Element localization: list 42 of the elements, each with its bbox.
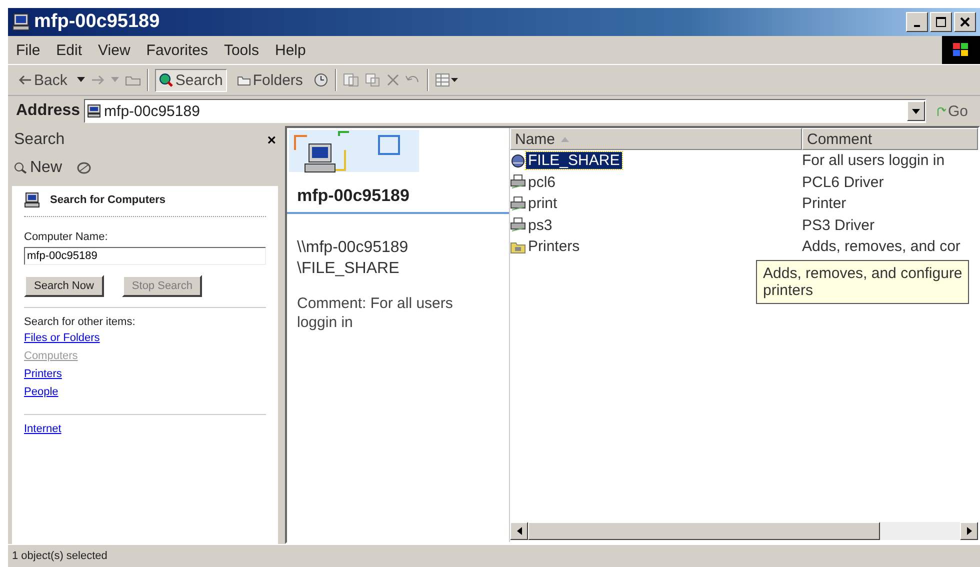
table-cell-text: Adds, removes, and cor xyxy=(801,238,962,256)
status-text: 1 object(s) selected xyxy=(12,550,108,562)
tooltip: Adds, removes, and configure printers xyxy=(756,260,970,304)
toolbar-button[interactable]: Folders xyxy=(232,68,307,92)
new-search-button[interactable]: New xyxy=(14,159,62,177)
table-cell-text: PCL6 Driver xyxy=(801,174,885,191)
menu-item[interactable]: View xyxy=(98,42,130,58)
search-now-button[interactable]: Search Now xyxy=(24,275,104,297)
table-cell-text: For all users loggin in xyxy=(801,152,946,170)
table-cell-text: Printer xyxy=(801,195,848,212)
file-name[interactable]: print xyxy=(526,195,560,212)
details-title: mfp-00c95189 xyxy=(297,186,410,206)
address-field[interactable]: mfp-00c95189 xyxy=(84,99,926,123)
search-link[interactable]: Files or Folders xyxy=(24,332,100,344)
share-comment: Comment: For all users loggin in xyxy=(297,294,454,333)
field-label: Computer Name: xyxy=(24,231,108,243)
file-name[interactable]: Printers xyxy=(526,238,582,256)
go-button[interactable]: Go xyxy=(930,102,976,120)
toolbar-button[interactable]: Search xyxy=(155,68,227,92)
menu-item[interactable]: Favorites xyxy=(146,42,208,58)
table-cell-text: PS3 Driver xyxy=(801,216,876,234)
file-name[interactable]: pcl6 xyxy=(526,174,558,191)
search-link[interactable]: Internet xyxy=(24,423,62,435)
menu-item[interactable]: Tools xyxy=(224,42,259,58)
menu-item[interactable]: Edit xyxy=(56,42,82,58)
toolbar-button[interactable]: Back xyxy=(14,68,72,92)
file-name[interactable]: FILE_SHARE xyxy=(526,152,622,170)
file-name[interactable]: ps3 xyxy=(526,216,554,234)
column-header[interactable]: Name xyxy=(510,128,802,150)
window-title: mfp-00c95189 xyxy=(34,11,160,33)
other-items-label: Search for other items: xyxy=(24,316,136,328)
share-path: \\mfp-00c95189 \FILE_SHARE xyxy=(297,238,410,279)
column-header[interactable]: Comment xyxy=(802,128,978,150)
search-link[interactable]: Printers xyxy=(24,368,62,380)
search-link[interactable]: People xyxy=(24,386,58,398)
menu-item[interactable]: File xyxy=(16,42,40,58)
section-heading: Search for Computers xyxy=(50,194,166,206)
close-pane-button[interactable]: × xyxy=(267,132,276,148)
menu-item[interactable]: Help xyxy=(275,42,306,58)
address-label: Address xyxy=(16,102,80,120)
computer-name-field[interactable]: mfp-00c95189 xyxy=(24,247,266,265)
pane-title: Search xyxy=(14,131,65,149)
